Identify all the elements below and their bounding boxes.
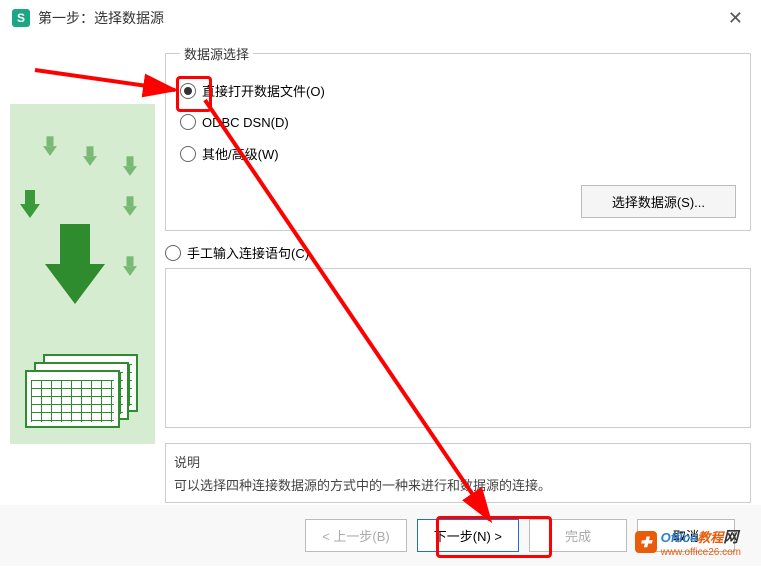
data-source-group: 数据源选择 直接打开数据文件(O) ODBC DSN(D) 其他/高级(W) 选… xyxy=(165,44,751,231)
app-icon: S xyxy=(12,9,30,27)
finish-button: 完成 xyxy=(529,519,627,552)
radio-label: 手工输入连接语句(C) xyxy=(187,243,309,262)
radio-manual-input[interactable]: 手工输入连接语句(C) xyxy=(165,243,751,262)
select-data-source-button[interactable]: 选择数据源(S)... xyxy=(581,185,736,218)
watermark-icon: ✚ xyxy=(635,531,657,553)
radio-label: ODBC DSN(D) xyxy=(202,115,289,130)
radio-icon xyxy=(165,245,181,261)
close-icon[interactable]: ✕ xyxy=(722,8,749,29)
description-text: 可以选择四种连接数据源的方式中的一种来进行和数据源的连接。 xyxy=(174,475,742,494)
radio-label: 直接打开数据文件(O) xyxy=(202,81,325,100)
radio-label: 其他/高级(W) xyxy=(202,144,279,163)
radio-icon xyxy=(180,83,196,99)
next-button[interactable]: 下一步(N) > xyxy=(417,519,519,552)
radio-other-advanced[interactable]: 其他/高级(W) xyxy=(180,144,736,163)
window-title: 第一步：选择数据源 xyxy=(38,8,164,28)
radio-open-file[interactable]: 直接打开数据文件(O) xyxy=(180,81,736,100)
connection-string-input[interactable] xyxy=(165,268,751,428)
radio-icon xyxy=(180,146,196,162)
description-title: 说明 xyxy=(174,452,742,471)
group-legend: 数据源选择 xyxy=(180,44,253,63)
wizard-illustration xyxy=(10,104,155,444)
watermark-text: Office教程网 www.office26.com xyxy=(661,526,741,558)
titlebar: S 第一步：选择数据源 ✕ xyxy=(0,0,761,36)
radio-icon xyxy=(180,114,196,130)
watermark: ✚ Office教程网 www.office26.com xyxy=(635,526,741,558)
description-box: 说明 可以选择四种连接数据源的方式中的一种来进行和数据源的连接。 xyxy=(165,443,751,503)
prev-button: < 上一步(B) xyxy=(305,519,407,552)
radio-odbc-dsn[interactable]: ODBC DSN(D) xyxy=(180,114,736,130)
